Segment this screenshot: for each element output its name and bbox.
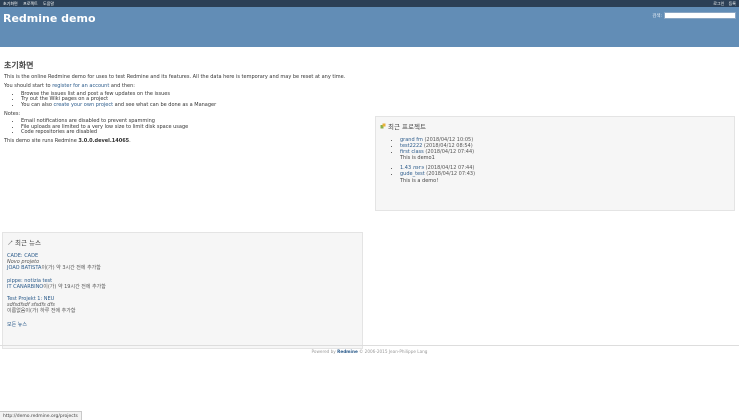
top-menu-right: 로그인 등록 bbox=[710, 1, 736, 7]
news-item-author[interactable]: JOAO BATISTA bbox=[7, 265, 41, 271]
footer: Powered by Redmine © 2006-2015 Jean-Phil… bbox=[0, 345, 739, 354]
footer-text: Powered by bbox=[311, 349, 338, 354]
news-icon bbox=[7, 240, 13, 246]
projects-list: grand fm (2018/04/12 10:05) test2222 (20… bbox=[400, 137, 730, 161]
search-label: 검색: bbox=[652, 13, 662, 19]
quick-search: 검색: bbox=[652, 12, 736, 19]
list-item: CADE: CADE Novo projeto JOAO BATISTA이(가)… bbox=[7, 253, 358, 272]
project-link[interactable]: gude_test bbox=[400, 171, 425, 177]
news-title: 최근 뉴스 bbox=[15, 239, 41, 247]
start-text-after: and then: bbox=[109, 82, 135, 89]
project-date: (2018/04/12 07:43) bbox=[426, 171, 476, 178]
notes-label: Notes: bbox=[4, 110, 21, 117]
top-menu-register[interactable]: 등록 bbox=[729, 1, 736, 6]
header: Redmine demo 검색: bbox=[0, 7, 739, 47]
all-news-link[interactable]: 모든 뉴스 bbox=[7, 322, 27, 328]
project-date: (2018/04/12 07:44) bbox=[425, 165, 475, 172]
list-item: You can also create your own project and… bbox=[21, 101, 366, 108]
news-item-meta: 이(가) 약 3시간 전에 추가함 bbox=[41, 265, 101, 272]
news-heading: 최근 뉴스 bbox=[7, 237, 358, 247]
news-item-title[interactable]: pippe: notizia test bbox=[7, 278, 52, 284]
project-date: (2018/04/12 10:05) bbox=[424, 137, 474, 143]
project-date: (2018/04/12 08:54) bbox=[423, 143, 473, 150]
intro-paragraph: This is the online Redmine demo for uses… bbox=[4, 74, 346, 80]
top-menu-left: 초기화면 프로젝트 도움말 bbox=[3, 1, 58, 7]
projects-box: 최근 프로젝트 grand fm (2018/04/12 10:05) test… bbox=[375, 116, 735, 211]
list-item: pippe: notizia test IT CANARBINO이(가) 약 1… bbox=[7, 278, 358, 290]
projects-title: 최근 프로젝트 bbox=[388, 123, 426, 131]
project-link[interactable]: 1.43 лэгэ bbox=[400, 165, 424, 171]
version-text-after: . bbox=[129, 138, 131, 145]
list-item: Code repositories are disabled bbox=[21, 129, 366, 135]
step-text: You can also bbox=[21, 101, 54, 108]
news-box: 최근 뉴스 CADE: CADE Novo projeto JOAO BATIS… bbox=[2, 232, 363, 349]
top-menu-projects[interactable]: 프로젝트 bbox=[23, 1, 38, 6]
site-title[interactable]: Redmine demo bbox=[3, 12, 96, 25]
welcome-text: This is the online Redmine demo for uses… bbox=[4, 74, 366, 147]
top-menu-help[interactable]: 도움말 bbox=[43, 1, 54, 6]
news-item-meta: 이름없음이(가) 하루 전에 추가함 bbox=[7, 308, 76, 315]
notes-list: Email notifications are disabled to prev… bbox=[21, 119, 366, 136]
list-item: gude_test (2018/04/12 07:43)This is a de… bbox=[400, 171, 730, 183]
projects-icon bbox=[380, 123, 386, 129]
steps-list: Browse the issues list and post a few up… bbox=[21, 91, 366, 108]
projects-list: 1.43 лэгэ (2018/04/12 07:44) gude_test (… bbox=[400, 165, 730, 183]
top-menu: 초기화면 프로젝트 도움말 로그인 등록 bbox=[0, 0, 739, 7]
project-date: (2018/04/12 07:44) bbox=[425, 149, 475, 156]
top-menu-home[interactable]: 초기화면 bbox=[3, 1, 18, 6]
version-number: 3.0.0.devel.14065 bbox=[78, 138, 130, 145]
start-text: You should start to bbox=[4, 82, 53, 89]
footer-redmine-link[interactable]: Redmine bbox=[337, 349, 358, 354]
project-link[interactable]: grand fm bbox=[400, 137, 423, 143]
news-item-title[interactable]: Test Projekt 1: NEU bbox=[7, 296, 54, 302]
create-project-link[interactable]: create your own project bbox=[54, 102, 114, 108]
footer-copyright: © 2006-2015 Jean-Philippe Lang bbox=[357, 349, 428, 354]
project-link[interactable]: test2222 bbox=[400, 143, 422, 149]
start-paragraph: You should start to register for an acco… bbox=[4, 83, 366, 89]
news-item-title[interactable]: CADE: CADE bbox=[7, 253, 38, 259]
project-link[interactable]: first class bbox=[400, 149, 424, 155]
search-input[interactable] bbox=[664, 12, 736, 19]
news-item-meta: 이(가) 약 19시간 전에 추가함 bbox=[43, 283, 106, 290]
step-text-after: and see what can be done as a Manager bbox=[113, 101, 217, 108]
list-item: Test Projekt 1: NEU sdfsdfsdf sfsdfs dfs… bbox=[7, 296, 358, 315]
project-description: This is a demo! bbox=[400, 177, 439, 184]
list-item: first class (2018/04/12 07:44)This is de… bbox=[400, 149, 730, 161]
top-menu-login[interactable]: 로그인 bbox=[713, 1, 724, 6]
register-link[interactable]: register for an account bbox=[52, 83, 109, 89]
version-paragraph: This demo site runs Redmine 3.0.0.devel.… bbox=[4, 138, 366, 144]
project-description: This is demo1 bbox=[400, 155, 435, 162]
projects-heading: 최근 프로젝트 bbox=[380, 121, 730, 131]
status-bar-url: http://demo.redmine.org/projects bbox=[0, 411, 82, 420]
news-item-author[interactable]: IT CANARBINO bbox=[7, 284, 43, 290]
version-text: This demo site runs Redmine bbox=[4, 138, 79, 145]
page-title: 초기화면 bbox=[4, 61, 34, 70]
